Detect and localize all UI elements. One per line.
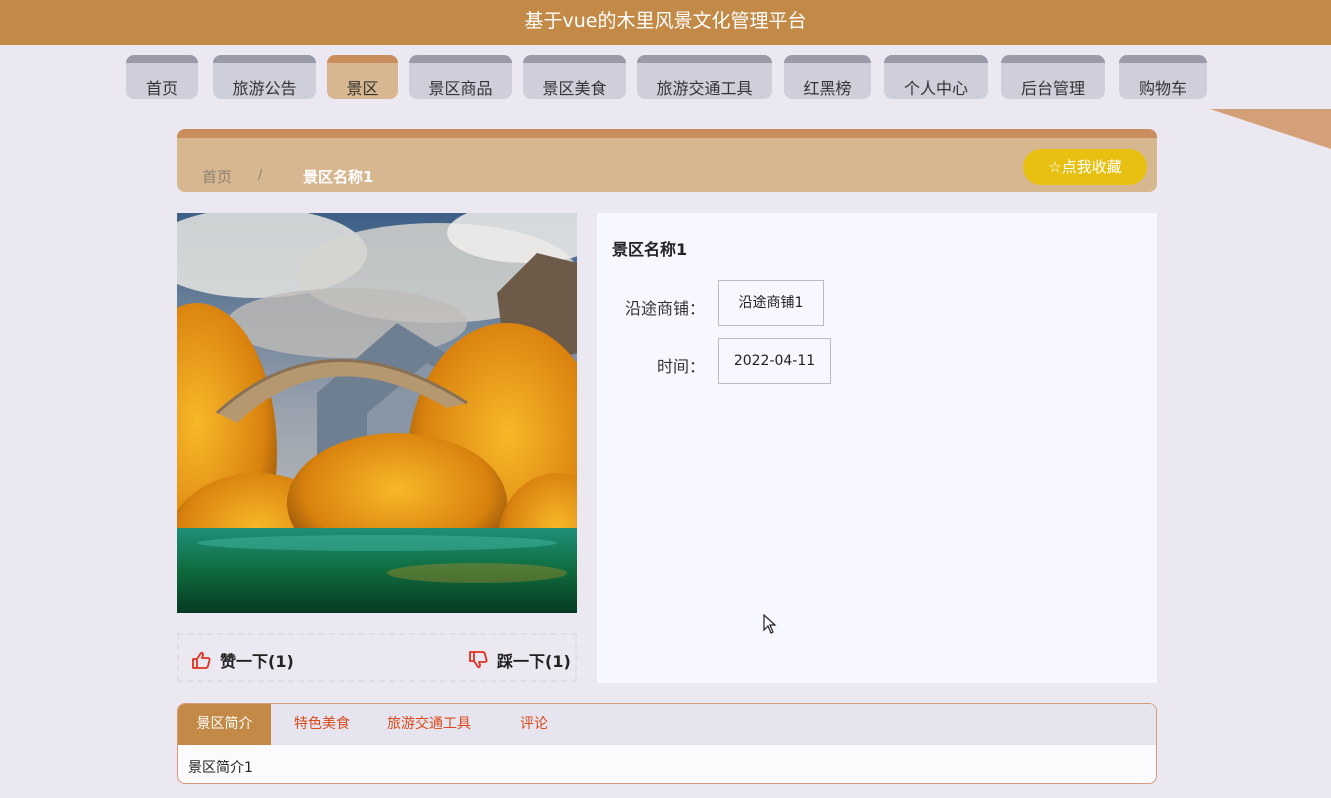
scenic-photo [177,213,577,613]
dislike-button[interactable]: 踩一下(1) [468,648,571,672]
info-tabs: 景区简介 特色美食 旅游交通工具 评论 景区简介1 [177,703,1157,784]
nav-item-admin[interactable]: 后台管理 [1001,55,1105,99]
tab-intro[interactable]: 景区简介 [178,704,271,745]
site-title: 基于vue的木里风景文化管理平台 [524,10,807,32]
star-icon: ☆ [1048,158,1062,176]
vote-bar: 赞一下(1) 踩一下(1) [177,633,577,682]
tab-transport[interactable]: 旅游交通工具 [374,704,484,745]
field-label-shops: 沿途商铺： [624,299,705,318]
nav-item-ranking[interactable]: 红黑榜 [784,55,871,99]
corner-decoration [1210,109,1331,149]
field-value-shops: 沿途商铺1 [718,280,824,326]
favorite-button-label: 点我收藏 [1061,158,1122,176]
main-nav: 首页 旅游公告 景区 景区商品 景区美食 旅游交通工具 红黑榜 个人中心 后台管… [0,55,1331,100]
field-value-time: 2022-04-11 [718,338,831,384]
nav-item-announcements[interactable]: 旅游公告 [213,55,316,99]
detail-title: 景区名称1 [612,240,688,259]
breadcrumb: 首页 / 景区名称1 ☆点我收藏 [177,129,1157,192]
nav-item-scenic-food[interactable]: 景区美食 [523,55,626,99]
nav-item-transport[interactable]: 旅游交通工具 [637,55,772,99]
mouse-cursor-icon [763,614,777,634]
tab-food[interactable]: 特色美食 [279,704,365,745]
nav-item-home[interactable]: 首页 [126,55,198,99]
field-label-time: 时间： [656,357,705,376]
nav-item-cart[interactable]: 购物车 [1119,55,1207,99]
favorite-button[interactable]: ☆点我收藏 [1023,149,1147,185]
breadcrumb-home-link[interactable]: 首页 [202,166,232,187]
nav-item-profile[interactable]: 个人中心 [884,55,988,99]
thumbs-down-icon [469,651,488,669]
dislike-label: 踩一下(1) [497,652,571,671]
nav-item-scenic-products[interactable]: 景区商品 [409,55,512,99]
breadcrumb-separator: / [258,168,263,183]
thumbs-up-icon [192,651,211,669]
like-button[interactable]: 赞一下(1) [191,648,294,672]
detail-panel: 景区名称1 沿途商铺： 沿途商铺1 时间： 2022-04-11 [597,213,1157,683]
like-label: 赞一下(1) [220,652,294,671]
tab-content: 景区简介1 [188,760,253,776]
site-header: 基于vue的木里风景文化管理平台 [0,0,1331,45]
tabs-header: 景区简介 特色美食 旅游交通工具 评论 [178,704,1156,745]
tab-comments[interactable]: 评论 [501,704,567,745]
nav-item-scenic-spots[interactable]: 景区 [327,55,398,99]
breadcrumb-current: 景区名称1 [303,168,374,186]
